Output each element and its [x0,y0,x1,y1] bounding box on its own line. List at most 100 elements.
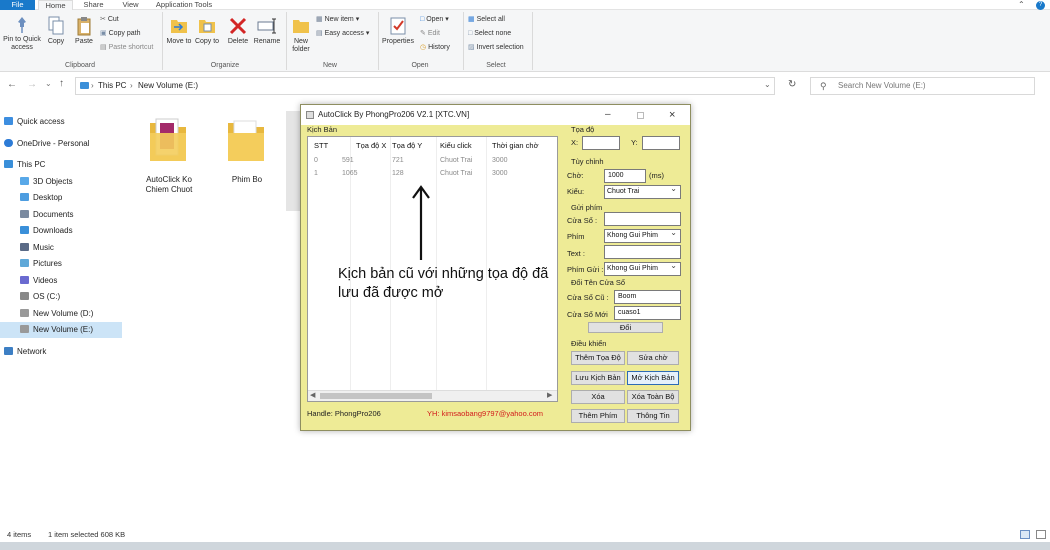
select-all-button[interactable]: ▦ Select all [468,15,505,25]
nav-pictures[interactable]: Pictures [20,257,62,271]
close-icon[interactable]: × [669,105,675,125]
add-key-button[interactable]: Thêm Phím [571,409,625,423]
horizontal-scrollbar[interactable]: ◀ ▶ [308,390,557,401]
breadcrumb-new-volume-e[interactable]: New Volume (E:) [138,81,198,90]
nav-desktop[interactable]: Desktop [20,191,62,205]
history-button[interactable]: ◷ History [420,43,450,53]
edit-wait-button[interactable]: Sửa chờ [627,351,679,365]
paste-button[interactable]: Paste [71,16,97,46]
cell[interactable]: 1065 [342,170,358,177]
nav-this-pc[interactable]: This PC [4,158,45,172]
pin-to-quick-access-button[interactable]: Pin to Quick access [2,16,42,52]
tab-file[interactable]: File [0,0,35,10]
paste-shortcut-button[interactable]: ▤ Paste shortcut [100,43,153,53]
open-button[interactable]: □ Open ▾ [420,15,449,25]
window-input[interactable] [604,212,681,226]
chevron-up-icon[interactable]: ⌃ [1018,0,1025,10]
text-input[interactable] [604,245,681,259]
new-window-input[interactable]: cuaso1 [614,306,681,320]
col-header-wait[interactable]: Thời gian chờ [492,141,539,150]
nav-quick-access[interactable]: Quick access [4,115,65,129]
details-view-icon[interactable] [1020,530,1030,539]
col-header-stt[interactable]: STT [314,141,328,150]
new-window-label: Cửa Sổ Mới [567,310,608,319]
tab-application-tools[interactable]: Application Tools [150,0,218,10]
copy-to-button[interactable]: Copy to [194,16,220,46]
minimize-icon[interactable]: – [605,105,611,125]
nav-videos[interactable]: Videos [20,274,57,288]
maximize-icon[interactable] [637,112,644,119]
refresh-icon[interactable]: ↻ [788,79,796,90]
cell[interactable]: Chuot Trai [440,157,472,164]
wait-input[interactable]: 1000 [604,169,646,183]
new-folder-button[interactable]: New folder [288,16,314,54]
cell[interactable]: 3000 [492,170,508,177]
nav-os-c[interactable]: OS (C:) [20,290,60,304]
cut-button[interactable]: ✂ Cut [100,15,119,25]
properties-button[interactable]: Properties [380,16,416,46]
nav-music[interactable]: Music [20,241,54,255]
back-arrow-icon[interactable]: ← [7,79,17,90]
cell[interactable]: 721 [392,157,404,164]
forward-arrow-icon[interactable]: → [27,79,37,90]
search-input[interactable]: ⚲ Search New Volume (E:) [810,77,1035,95]
scroll-thumb[interactable] [320,393,432,399]
delete-button[interactable]: Delete [224,16,252,46]
scroll-right-icon[interactable]: ▶ [547,391,552,399]
nav-downloads[interactable]: Downloads [20,224,73,238]
pc-icon [4,160,13,168]
address-bar[interactable]: › This PC › New Volume (E:) ⌄ [75,77,775,95]
old-window-input[interactable]: Boom [614,290,681,304]
copy-button[interactable]: Copy [44,16,68,46]
rename-button[interactable]: Rename [252,16,282,46]
col-header-x[interactable]: Tọa độ X [356,141,386,150]
col-header-type[interactable]: Kiểu click [440,141,472,150]
cell[interactable]: 1 [314,170,318,177]
file-item-autoclick[interactable]: AutoClick Ko Chiem Chuot [140,111,198,201]
cell[interactable]: 591 [342,157,354,164]
open-script-button[interactable]: Mở Kịch Bản [627,371,679,385]
nav-3d-objects[interactable]: 3D Objects [20,175,73,189]
nav-onedrive[interactable]: OneDrive - Personal [4,137,89,151]
large-icons-view-icon[interactable] [1036,530,1046,539]
address-dropdown-icon[interactable]: ⌄ [764,80,771,89]
move-to-button[interactable]: Move to [166,16,192,46]
key-select[interactable]: Khong Gui Phim [604,227,681,243]
nav-new-volume-d[interactable]: New Volume (D:) [20,307,93,321]
copy-path-button[interactable]: ▣ Copy path [100,29,141,39]
click-type-select[interactable]: Chuot Trai [604,183,681,199]
rename-window-button[interactable]: Đổi [588,322,663,333]
script-grid[interactable]: STT Tọa độ X Tọa độ Y Kiểu click Thời gi… [307,136,558,402]
easy-access-button[interactable]: ▤ Easy access ▾ [316,29,369,39]
cell[interactable]: 128 [392,170,404,177]
new-item-button[interactable]: ▦ New item ▾ [316,15,359,25]
tab-share[interactable]: Share [76,0,111,10]
delete-all-button[interactable]: Xóa Toàn Bộ [627,390,679,404]
info-button[interactable]: Thông Tin [627,409,679,423]
x-input[interactable] [582,136,620,150]
add-coordinate-button[interactable]: Thêm Tọa Độ [571,351,625,365]
select-none-button[interactable]: □ Select none [468,29,511,39]
save-script-button[interactable]: Lưu Kịch Bản [571,371,625,385]
cell[interactable]: Chuot Trai [440,170,472,177]
delete-button[interactable]: Xóa [571,390,625,404]
help-icon[interactable]: ? [1036,1,1045,10]
edit-button[interactable]: ✎ Edit [420,29,440,39]
breadcrumb-this-pc[interactable]: This PC [98,81,126,90]
recent-chevron-icon[interactable]: ⌄ [45,79,52,88]
nav-network[interactable]: Network [4,345,46,359]
nav-documents[interactable]: Documents [20,208,73,222]
file-item-phim-bo[interactable]: Phim Bo [218,111,276,191]
invert-selection-button[interactable]: ▨ Invert selection [468,43,524,53]
nav-new-volume-e[interactable]: New Volume (E:) [20,323,93,337]
cell[interactable]: 3000 [492,157,508,164]
scroll-left-icon[interactable]: ◀ [310,391,315,399]
tab-home[interactable]: Home [38,0,73,10]
navigation-pane: Quick access OneDrive - Personal This PC… [0,105,122,525]
y-input[interactable] [642,136,680,150]
sendkey-select[interactable]: Khong Gui Phim [604,260,681,276]
cell[interactable]: 0 [314,157,318,164]
col-header-y[interactable]: Tọa độ Y [392,141,422,150]
up-arrow-icon[interactable]: ↑ [59,78,64,89]
tab-view[interactable]: View [113,0,148,10]
